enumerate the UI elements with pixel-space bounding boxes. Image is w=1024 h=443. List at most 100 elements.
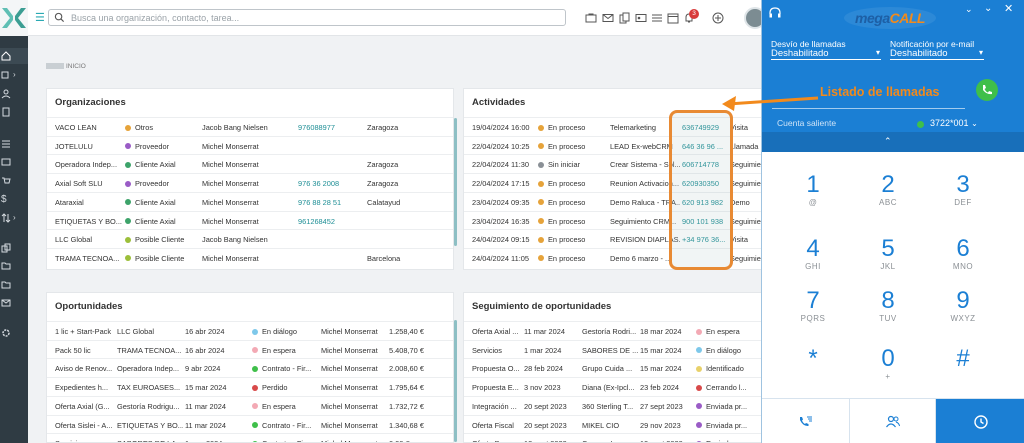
org-phone[interactable]: 976 36 2008 — [298, 179, 363, 188]
opo-name[interactable]: Servicios — [55, 439, 115, 442]
id-card-icon[interactable] — [635, 11, 647, 23]
copy-icon[interactable] — [0, 240, 28, 256]
opo-name[interactable]: 1 lic + Start-Pack — [55, 327, 115, 336]
search-box[interactable] — [48, 9, 566, 26]
dialpad-key[interactable]: 3 DEF — [928, 172, 998, 208]
close-icon[interactable]: ✕ — [1004, 2, 1013, 15]
table-row[interactable]: Oferta Axial ... 11 mar 2024 Gestoría Rodr… — [464, 321, 762, 340]
dollar-icon[interactable]: $ — [0, 191, 28, 207]
org-name[interactable]: Ataraxial — [55, 198, 123, 207]
menu-icon[interactable]: ☰ — [35, 11, 45, 24]
mail-icon[interactable] — [0, 295, 28, 311]
org-name[interactable]: Operadora Indep... — [55, 160, 123, 169]
org-name[interactable]: Axial Soft SLU — [55, 179, 123, 188]
seg-name[interactable]: Oferta Fiscal — [472, 421, 524, 430]
dialpad-key[interactable]: * — [778, 346, 848, 372]
opo-name[interactable]: Pack 50 lic — [55, 346, 115, 355]
seg-name[interactable]: Propuesta E... — [472, 383, 524, 392]
envelope-icon[interactable] — [602, 11, 614, 23]
collapse-bar[interactable]: ⌃ — [762, 132, 1024, 152]
org-phone[interactable]: 976088977 — [298, 123, 363, 132]
opo-name[interactable]: Oferta Axial (G... — [55, 402, 115, 411]
history-button[interactable] — [936, 399, 1024, 443]
dialpad-key[interactable]: 4 GHI — [778, 236, 848, 272]
notif-select[interactable]: Deshabilitado ▾ — [890, 48, 984, 60]
table-row[interactable]: Oferta Fiscal 20 sept 2023 MIKEL CIO 29 nov… — [464, 414, 762, 434]
act-date: 22/04/2024 17:15 — [472, 179, 530, 189]
seg-name[interactable]: Oferta Axial ... — [472, 327, 524, 336]
org-name[interactable]: JOTELULU — [55, 142, 123, 151]
user-icon[interactable] — [0, 86, 28, 102]
dialpad-key[interactable]: 2 ABC — [853, 172, 923, 208]
table-row[interactable]: Operadora Indep... Cliente Axial Michel Mo… — [47, 154, 453, 173]
call-list-button[interactable] — [762, 399, 849, 443]
org-name[interactable]: TRAMA TECNOA... — [55, 254, 123, 263]
seg-name[interactable]: Propuesta O... — [472, 364, 524, 373]
layers-icon[interactable]: › — [0, 67, 28, 83]
org-phone[interactable]: 961268452 — [298, 217, 363, 226]
minimize-icon[interactable]: ⌄ — [965, 4, 973, 15]
table-row[interactable]: Expedientes h... TAX EUROASES... 15 mar 20… — [47, 377, 453, 396]
call-button[interactable] — [976, 79, 998, 101]
table-row[interactable]: Pack 50 lic TRAMA TECNOA... 16 abr 2024 En … — [47, 339, 453, 359]
add-icon[interactable] — [712, 11, 724, 24]
list-icon[interactable] — [0, 136, 28, 152]
documents-icon[interactable] — [619, 11, 631, 24]
outgoing-account[interactable]: 3722*001 ⌄ — [930, 118, 978, 128]
org-name[interactable]: VACO LEAN — [55, 123, 123, 132]
dialpad-key[interactable]: 0 + — [853, 346, 923, 382]
table-row[interactable]: 1 lic + Start-Pack LLC Global 16 abr 2024 E… — [47, 321, 453, 340]
table-row[interactable]: LLC Global Posible Cliente Jacob Bang Niel… — [47, 229, 453, 248]
sort-icon[interactable]: › — [0, 210, 28, 226]
table-row[interactable]: Propuesta E... 3 nov 2023 Diana (Ex-Ipcl..… — [464, 377, 762, 396]
oportunidades-scrollbar[interactable] — [454, 320, 457, 442]
table-row[interactable]: ServiciosSABORES DE LA...1 mar 2024 Contr… — [47, 433, 453, 442]
organizaciones-scrollbar[interactable] — [454, 118, 457, 246]
table-row[interactable]: JOTELULU Proveedor Michel Monserrat — [47, 135, 453, 155]
dialpad-key[interactable]: 6 MNO — [928, 236, 998, 272]
table-row[interactable]: Ataraxial Cliente Axial Michel Monserrat 97… — [47, 191, 453, 211]
table-row[interactable]: ETIQUETAS Y BO... Cliente Axial Michel Mon… — [47, 210, 453, 230]
table-row[interactable]: Oferta Bono...12 sept 2023Carmon Iover..… — [464, 433, 762, 442]
search-input[interactable] — [71, 11, 551, 24]
contacts-button[interactable] — [849, 399, 936, 443]
table-row[interactable]: TRAMA TECNOA... Posible Cliente Michel Mon… — [47, 247, 453, 267]
tasks-icon[interactable] — [651, 11, 663, 23]
table-row[interactable]: Servicios 1 mar 2024 SABORES DE ... 15 mar … — [464, 339, 762, 359]
gear-icon[interactable] — [0, 325, 28, 341]
seg-name[interactable]: Integración ... — [472, 402, 524, 411]
org-name[interactable]: ETIQUETAS Y BO... — [55, 217, 123, 226]
table-row[interactable]: Integración ... 20 sept 2023 360 Sterling … — [464, 395, 762, 415]
dialpad-key[interactable]: # — [928, 346, 998, 372]
status-dot — [125, 218, 131, 224]
folder-open-icon[interactable] — [0, 277, 28, 293]
seg-name[interactable]: Oferta Bono... — [472, 439, 524, 442]
calendar-icon[interactable] — [667, 11, 679, 24]
ticket-icon[interactable] — [0, 154, 28, 170]
home-icon[interactable] — [0, 48, 28, 64]
table-row[interactable]: Aviso de Renov... Operadora Indep... 9 abr… — [47, 358, 453, 377]
table-row[interactable]: Oferta Sislei - A... ETIQUETAS Y BO... 11 … — [47, 414, 453, 434]
folder-icon[interactable] — [0, 258, 28, 274]
headset-icon[interactable] — [768, 6, 782, 20]
opo-name[interactable]: Oferta Sislei - A... — [55, 421, 115, 430]
cart-icon[interactable] — [0, 173, 28, 189]
chevron-down-icon[interactable]: ⌄ — [984, 3, 992, 14]
briefcase-icon[interactable] — [585, 11, 597, 23]
dialpad-key[interactable]: 8 TUV — [853, 288, 923, 324]
dialpad-key[interactable]: 1 @ — [778, 172, 848, 208]
table-row[interactable]: VACO LEAN Otros Jacob Bang Nielsen 97608897… — [47, 117, 453, 136]
table-row[interactable]: Propuesta O... 28 feb 2024 Grupo Cuida ...… — [464, 358, 762, 377]
seg-name[interactable]: Servicios — [472, 346, 524, 355]
table-row[interactable]: Axial Soft SLU Proveedor Michel Monserrat 9… — [47, 173, 453, 192]
desvio-select[interactable]: Deshabilitado ▾ — [771, 48, 881, 60]
dialpad-key[interactable]: 5 JKL — [853, 236, 923, 272]
clipboard-icon[interactable] — [0, 104, 28, 120]
org-phone[interactable]: 976 88 28 51 — [298, 198, 363, 207]
opo-name[interactable]: Expedientes h... — [55, 383, 115, 392]
org-name[interactable]: LLC Global — [55, 235, 123, 244]
dialpad-key[interactable]: 7 PQRS — [778, 288, 848, 324]
opo-name[interactable]: Aviso de Renov... — [55, 364, 115, 373]
table-row[interactable]: Oferta Axial (G... Gestoría Rodrigu... 11 … — [47, 395, 453, 415]
dialpad-key[interactable]: 9 WXYZ — [928, 288, 998, 324]
